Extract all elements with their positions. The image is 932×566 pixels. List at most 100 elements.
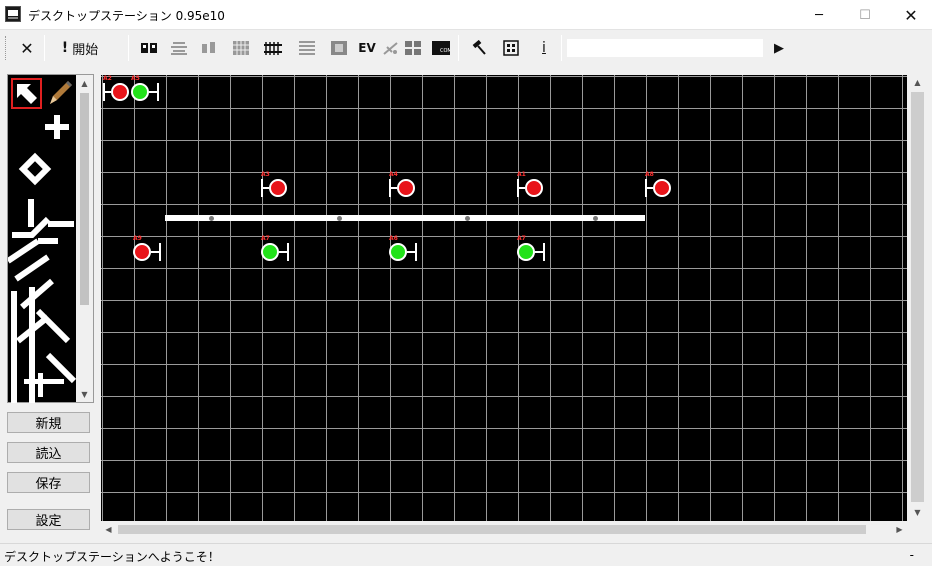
toolbar-separator [458,35,459,61]
settings-button[interactable]: 設定 [7,509,90,530]
s88-sensor-icon[interactable] [328,35,350,61]
function-icon[interactable] [198,35,220,61]
pencil-icon [50,81,72,104]
send-button[interactable]: ▶ [768,35,790,61]
palette-scrollbar[interactable]: ▲ ▼ [76,75,93,402]
status-bar: デスクトップステーションへようこそ！ - [0,543,932,566]
signal[interactable]: A3 [261,171,297,199]
scroll-thumb[interactable] [911,92,924,502]
canvas-horizontal-scrollbar[interactable]: ◀ ▶ [100,521,908,538]
signal-stem [149,91,157,93]
arrow-cursor-icon [17,84,37,104]
signal-lamp-red [397,179,415,197]
track-sensor-dot [465,216,470,221]
signal-id-label: A2 [103,75,112,82]
toolbar-grip[interactable] [5,36,8,60]
scroll-right-icon[interactable]: ▶ [891,521,908,538]
signal-id-label: A6 [389,235,398,242]
scroll-thumb[interactable] [80,93,89,305]
minimize-button[interactable]: ─ [796,0,842,30]
grid-panel-icon[interactable] [230,35,252,61]
signal-stem [151,251,159,253]
parts-palette[interactable]: ▲ ▼ [7,74,94,403]
signal[interactable]: A1 [517,171,553,199]
stop-icon: ✕ [20,38,34,58]
status-message: デスクトップステーションへようこそ！ [4,550,220,564]
track-sensor-dot [593,216,598,221]
signal-id-label: A9 [133,235,142,242]
command-input[interactable] [566,38,764,58]
crossing-icon[interactable] [380,35,402,61]
signal-id-label: A3 [261,171,270,178]
signal-id-label: A4 [389,171,398,178]
play-icon: ▶ [774,40,784,56]
close-button[interactable]: ✕ [888,0,932,30]
start-button[interactable]: ! 開始 [54,35,106,61]
com-port-icon[interactable]: COM [430,35,452,61]
toolbar-separator [561,35,562,61]
track-rail[interactable] [165,215,645,221]
signal-post [543,243,545,261]
exclamation-icon: ! [61,40,69,56]
signal[interactable]: A8 [645,171,681,199]
signal-stem [279,251,287,253]
track-sensor-dot [209,216,214,221]
title-bar: デスクトップステーション 0.95e10 ─ ☐ ✕ [0,0,932,30]
list-icon[interactable] [168,35,190,61]
signal[interactable]: A7 [517,235,553,263]
window-title: デスクトップステーション 0.95e10 [28,9,225,23]
app-icon [5,6,21,22]
calculator-icon[interactable] [500,35,522,61]
signal-lamp-green [131,83,149,101]
signal-lamp-green [517,243,535,261]
signal[interactable]: A4 [389,171,425,199]
toolbar: ✕ ! 開始 EV COM i ▶ [0,30,932,65]
scroll-up-icon[interactable]: ▲ [76,75,93,91]
canvas-vertical-scrollbar[interactable]: ▲ ▼ [908,74,927,521]
select-tool[interactable] [11,78,42,109]
signal-id-label: A7 [261,235,270,242]
signal[interactable]: A5 [131,75,167,103]
toolbar-separator [128,35,129,61]
info-icon[interactable]: i [533,35,555,61]
signal[interactable]: A6 [389,235,425,263]
scroll-down-icon[interactable]: ▼ [76,386,93,402]
maximize-button[interactable]: ☐ [842,0,888,30]
pencil-tool[interactable] [44,78,75,109]
ev-label: EV [358,41,376,55]
load-button[interactable]: 読込 [7,442,90,463]
signal-id-label: A1 [517,171,526,178]
locomotive-icon[interactable] [138,35,160,61]
signal-id-label: A5 [131,75,140,82]
signal-lamp-red [111,83,129,101]
signal-post [159,243,161,261]
signal-stem [535,251,543,253]
svg-text:COM: COM [440,48,450,54]
layout-panel: A2 A5 A3 A4 A1 A8 A9 A7 A6 A7 ▲ ▼ ◀ ▶ [100,74,927,538]
signal-lamp-red [133,243,151,261]
track-sensor-dot [337,216,342,221]
details-list-icon[interactable] [296,35,318,61]
signal[interactable]: A7 [261,235,297,263]
rail-icon[interactable] [262,35,284,61]
stop-button[interactable]: ✕ [16,35,38,61]
signal-lamp-red [653,179,671,197]
new-button[interactable]: 新規 [7,412,90,433]
scroll-left-icon[interactable]: ◀ [100,521,117,538]
ev-button[interactable]: EV [356,35,378,61]
save-button[interactable]: 保存 [7,472,90,493]
signal-lamp-green [389,243,407,261]
signal-id-label: A8 [645,171,654,178]
scroll-up-icon[interactable]: ▲ [909,74,926,91]
scroll-thumb[interactable] [118,525,866,534]
signal[interactable]: A9 [133,235,169,263]
signal-lamp-red [525,179,543,197]
tile-view-icon[interactable] [402,35,424,61]
signal-stem [407,251,415,253]
hammer-icon[interactable] [468,35,490,61]
signal-post [415,243,417,261]
status-indicator: - [909,548,914,562]
toolbar-separator [44,35,45,61]
layout-canvas[interactable]: A2 A5 A3 A4 A1 A8 A9 A7 A6 A7 [101,75,907,521]
scroll-down-icon[interactable]: ▼ [909,504,926,521]
